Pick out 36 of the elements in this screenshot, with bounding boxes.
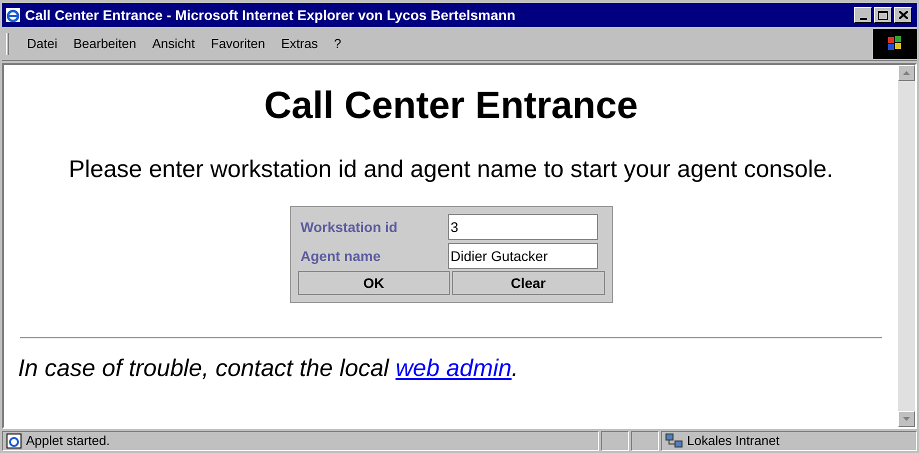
network-icon (665, 433, 683, 449)
up-arrow-icon (903, 71, 910, 75)
status-panel (601, 431, 629, 451)
minimize-button[interactable] (854, 7, 872, 23)
field-label: Workstation id (300, 218, 398, 236)
browser-icon (5, 7, 21, 23)
zone-label: Lokales Intranet (687, 432, 780, 450)
page-icon (6, 433, 22, 449)
admin-link[interactable]: web admin (396, 355, 512, 382)
down-arrow-icon (903, 417, 910, 421)
status-message: Applet started. (26, 432, 110, 450)
status-panel (631, 431, 659, 451)
intro-text: Please enter workstation id and agent name to start your agent console. (68, 155, 834, 185)
menu-item[interactable]: ? (328, 32, 348, 54)
maximize-icon (878, 10, 888, 20)
scrollbar[interactable] (898, 65, 915, 427)
form-button[interactable]: Clear (452, 271, 604, 295)
help-text: In case of trouble, contact the local web admin. (18, 354, 518, 384)
close-button[interactable] (894, 7, 912, 23)
menu-item[interactable]: Bearbeiten (67, 32, 142, 54)
field-label: Agent name (300, 246, 382, 266)
scroll-up-button[interactable] (898, 65, 915, 81)
page-heading: Call Center Entrance (264, 87, 638, 125)
input-field[interactable]: Didier Gutacker (448, 243, 598, 269)
menu-item[interactable]: Ansicht (146, 32, 201, 54)
minimize-icon (860, 18, 866, 20)
menu-item[interactable]: Extras (275, 32, 324, 54)
form-button[interactable]: OK (298, 271, 450, 295)
close-icon (898, 11, 908, 19)
menu-item[interactable]: Datei (21, 32, 64, 54)
input-field[interactable]: 3 (448, 214, 598, 240)
scroll-down-button[interactable] (898, 411, 915, 427)
maximize-button[interactable] (874, 7, 892, 23)
menu-item[interactable]: Favoriten (204, 32, 272, 54)
flag-icon (886, 34, 904, 52)
window-title: Call Center Entrance - Microsoft Internet Explorer von Lycos Bertelsmann (25, 6, 516, 25)
